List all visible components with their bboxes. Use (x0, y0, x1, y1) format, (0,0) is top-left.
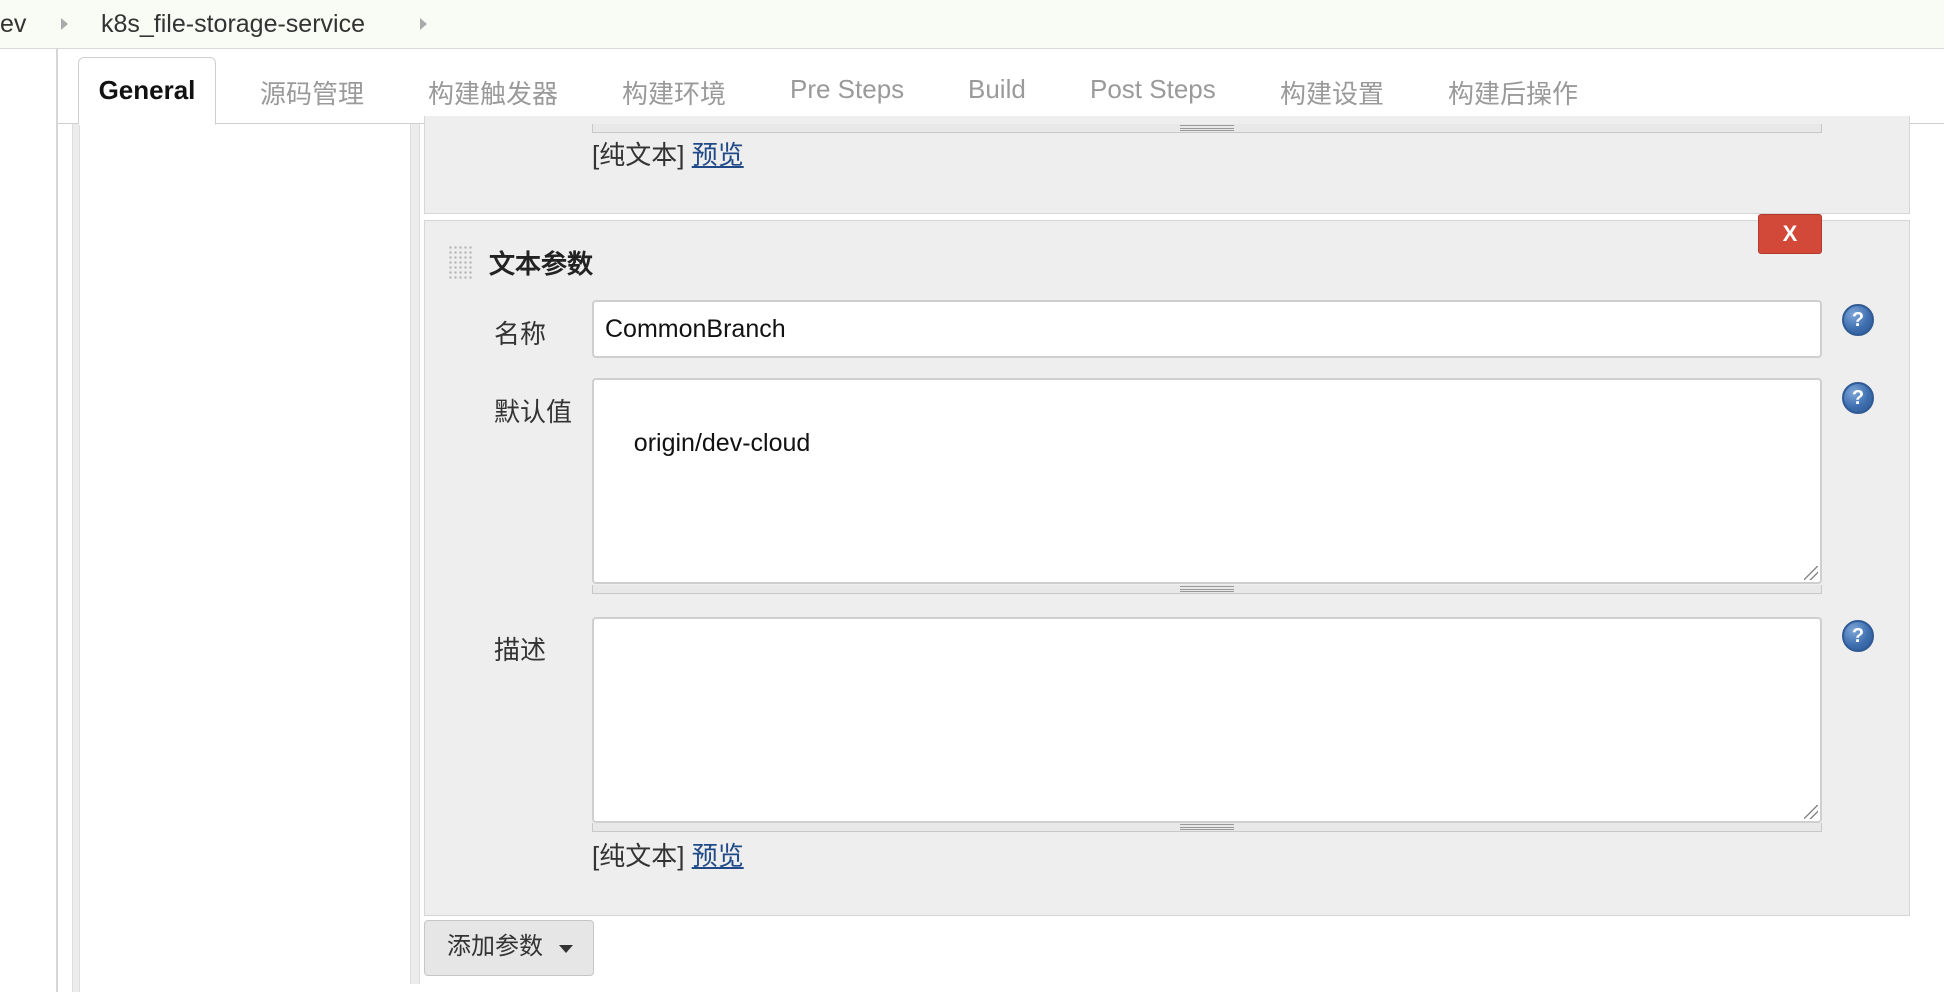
help-icon[interactable]: ? (1842, 304, 1874, 336)
textarea-resize-handle[interactable] (592, 124, 1822, 133)
tab-source-management[interactable]: 源码管理 (260, 74, 364, 111)
left-divider (56, 49, 58, 992)
plain-text-label: [纯文本] (592, 140, 685, 170)
chevron-right-icon[interactable] (61, 18, 68, 30)
default-value-textarea[interactable]: origin/dev-cloud (592, 378, 1822, 584)
delete-param-button[interactable]: X (1758, 214, 1822, 254)
param-name-input[interactable]: CommonBranch (592, 300, 1822, 358)
jenkins-config-page: ev k8s_file-storage-service General 源码管理… (0, 0, 1944, 992)
param-type-title: 文本参数 (489, 249, 594, 279)
tab-build-triggers[interactable]: 构建触发器 (428, 74, 558, 111)
breadcrumb-item-job[interactable]: k8s_file-storage-service (101, 10, 365, 39)
tab-pre-steps[interactable]: Pre Steps (790, 74, 904, 105)
caret-down-icon (559, 945, 573, 953)
section-bar (410, 124, 420, 984)
drag-handle-icon[interactable] (448, 245, 472, 279)
preview-link[interactable]: 预览 (692, 140, 744, 170)
text-param-format-row: [纯文本] 预览 (592, 836, 744, 873)
textarea-resize-handle[interactable] (592, 585, 1822, 594)
breadcrumb-item-parent[interactable]: ev (0, 10, 26, 39)
config-tabbar: General 源码管理 构建触发器 构建环境 Pre Steps Build … (58, 49, 1944, 125)
plain-text-label: [纯文本] (592, 841, 685, 871)
breadcrumb: ev k8s_file-storage-service (0, 0, 1944, 49)
tab-build[interactable]: Build (968, 74, 1026, 105)
resize-corner-icon[interactable] (1804, 566, 1818, 580)
left-gutter (72, 124, 80, 992)
description-textarea[interactable] (592, 617, 1822, 823)
default-value-label: 默认值 (494, 397, 573, 427)
tab-build-settings[interactable]: 构建设置 (1280, 74, 1384, 111)
name-label: 名称 (494, 319, 547, 349)
description-label: 描述 (494, 635, 547, 665)
help-icon[interactable]: ? (1842, 620, 1874, 652)
default-value-text: origin/dev-cloud (633, 428, 811, 457)
textarea-resize-handle[interactable] (592, 823, 1822, 832)
previous-param-format-row: [纯文本] 预览 (592, 135, 744, 172)
help-icon[interactable]: ? (1842, 382, 1874, 414)
tab-build-environment[interactable]: 构建环境 (622, 74, 726, 111)
add-param-button[interactable]: 添加参数 (424, 920, 594, 976)
tab-general[interactable]: General (78, 57, 216, 125)
add-param-label: 添加参数 (447, 933, 543, 960)
chevron-right-icon[interactable] (420, 18, 427, 30)
tab-post-steps[interactable]: Post Steps (1090, 74, 1216, 105)
resize-corner-icon[interactable] (1804, 805, 1818, 819)
preview-link[interactable]: 预览 (692, 841, 744, 871)
tab-post-build-actions[interactable]: 构建后操作 (1448, 74, 1578, 111)
